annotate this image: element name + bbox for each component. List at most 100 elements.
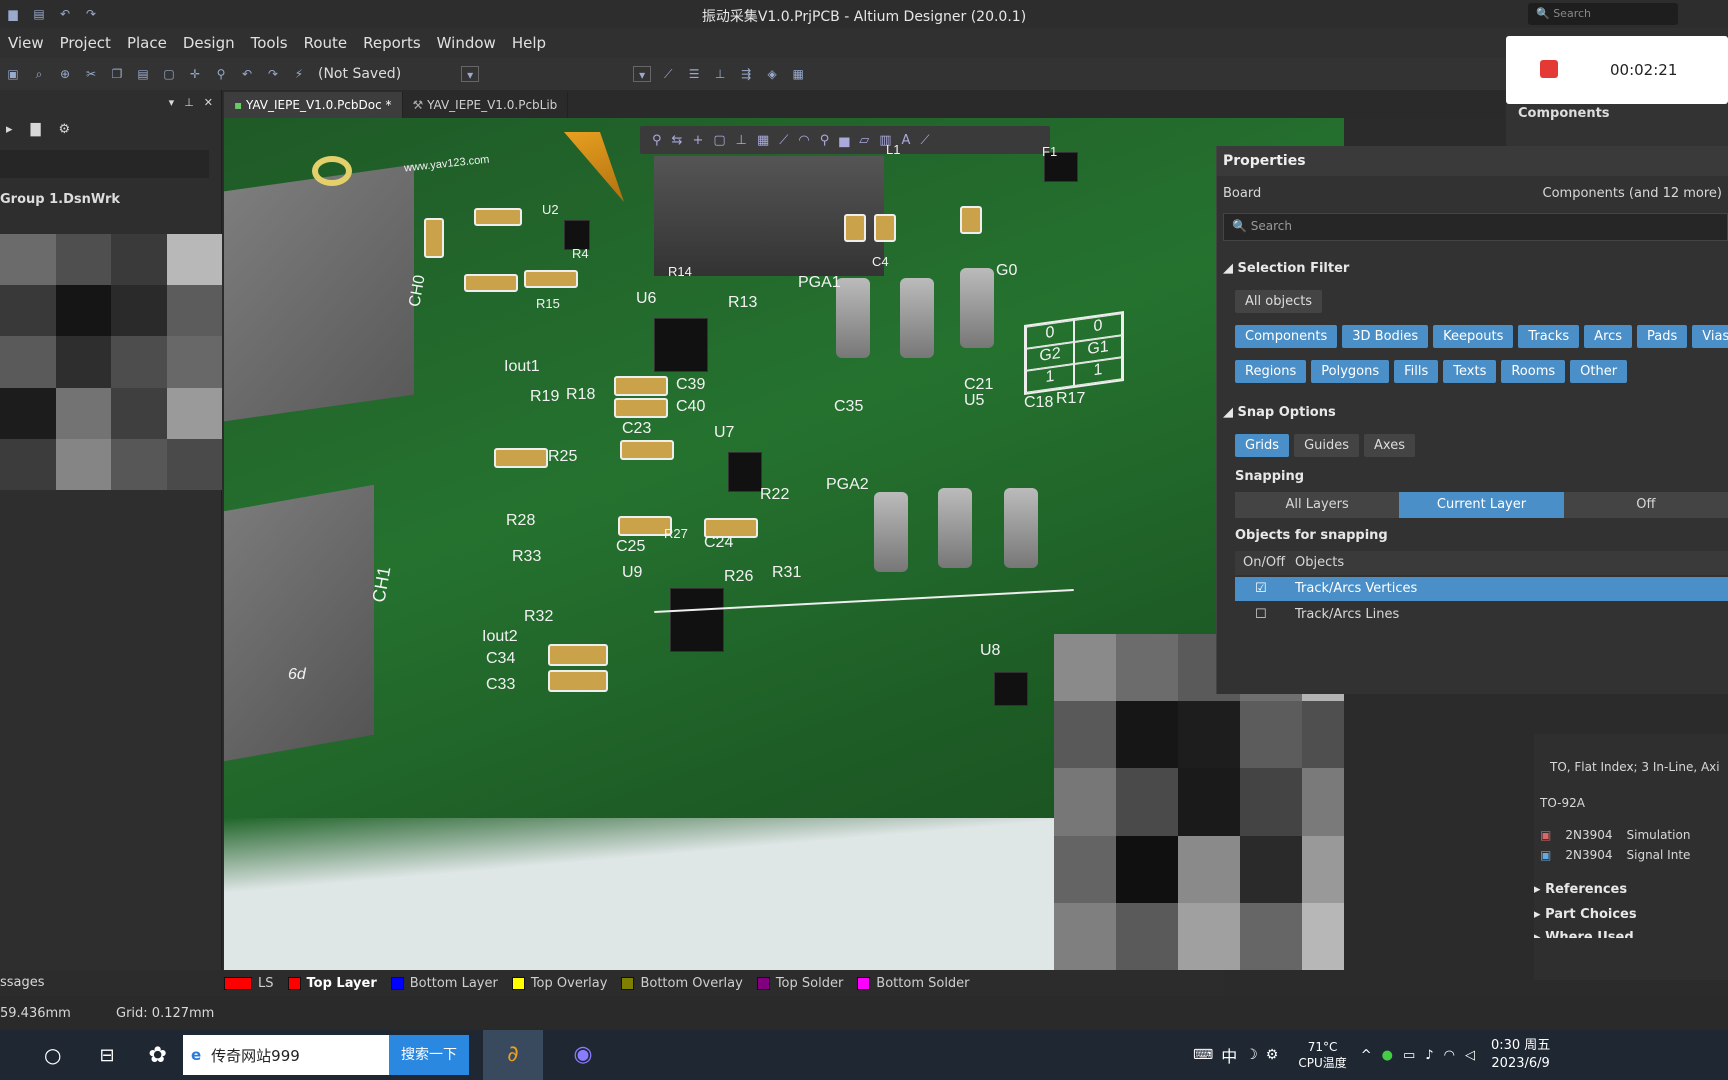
paste-icon[interactable]: ▤ xyxy=(134,66,152,82)
recorder-icon[interactable]: ◉ xyxy=(553,1030,613,1080)
snap-current-layer[interactable]: Current Layer xyxy=(1399,492,1564,518)
filter-all-objects[interactable]: All objects xyxy=(1235,290,1323,313)
filter-icon[interactable]: ⚲ xyxy=(652,133,662,148)
clock[interactable]: 0:30 周五 2023/6/9 xyxy=(1491,1037,1550,1073)
toolbar-icon[interactable]: ▸ xyxy=(6,122,13,137)
layer-bottom[interactable]: Bottom Layer xyxy=(390,976,498,991)
filter-3d-bodies[interactable]: 3D Bodies xyxy=(1342,325,1429,348)
filter-rooms[interactable]: Rooms xyxy=(1501,360,1566,383)
add-icon[interactable]: + xyxy=(692,133,703,148)
filter-vias[interactable]: Vias xyxy=(1692,325,1728,348)
fill-icon[interactable]: ▅ xyxy=(839,133,849,148)
layer-top-overlay[interactable]: Top Overlay xyxy=(511,976,607,991)
filter-components[interactable]: Components xyxy=(1235,325,1338,348)
menu-tools[interactable]: Tools xyxy=(243,34,296,52)
filter-polygons[interactable]: Polygons xyxy=(1311,360,1390,383)
filter-other[interactable]: Other xyxy=(1570,360,1628,383)
pcb-3d-view[interactable]: ⚲ ⇆ + ▢ ⊥ ▦ ⟋ ◠ ⚲ ▅ ▱ ▥ A ⟋ www.yav123.com CH0 CH1 6d… xyxy=(224,118,1344,970)
track-icon[interactable]: ⟋ xyxy=(779,133,788,148)
align-icon[interactable]: ⊥ xyxy=(736,133,747,148)
project-search[interactable] xyxy=(0,150,209,178)
messages-tab[interactable]: ssages xyxy=(0,970,222,996)
snap-all-layers[interactable]: All Layers xyxy=(1235,492,1400,518)
app-icon[interactable]: ✿ xyxy=(149,1043,167,1068)
copy-icon[interactable]: ❐ xyxy=(108,66,126,82)
select-icon[interactable]: ▢ xyxy=(713,133,725,148)
close-icon[interactable]: ✕ xyxy=(204,96,213,109)
menu-design[interactable]: Design xyxy=(175,34,243,52)
snap-off[interactable]: Off xyxy=(1563,492,1728,518)
pin-icon[interactable]: ⊥ xyxy=(184,96,194,109)
ime-indicator[interactable]: 中 xyxy=(1221,1043,1237,1067)
task-view-icon[interactable]: ⊟ xyxy=(99,1045,114,1066)
line-icon[interactable]: ⟋ xyxy=(920,133,929,148)
section-part-choices[interactable]: ▸ Part Choices xyxy=(1534,907,1728,922)
menu-place[interactable]: Place xyxy=(119,34,175,52)
text-icon[interactable]: A xyxy=(902,133,911,148)
folder-icon[interactable]: ▇ xyxy=(31,122,41,137)
dropdown-icon[interactable]: ▾ xyxy=(633,66,652,82)
layer-bottom-overlay[interactable]: Bottom Overlay xyxy=(621,976,743,991)
menu-view[interactable]: View xyxy=(0,34,52,52)
gear-icon[interactable]: ⚙ xyxy=(1266,1047,1279,1063)
filter-keepouts[interactable]: Keepouts xyxy=(1433,325,1514,348)
region-icon[interactable]: ▱ xyxy=(859,133,869,148)
taskbar-search[interactable]: e 传奇网站999 xyxy=(182,1035,389,1075)
global-search[interactable]: 🔍 Search xyxy=(1528,3,1678,25)
snap-grids[interactable]: Grids xyxy=(1235,434,1290,457)
layer-top[interactable]: Top Layer xyxy=(287,976,377,991)
layer-ls[interactable]: LS xyxy=(224,976,274,991)
redo-icon[interactable]: ↷ xyxy=(264,66,282,82)
route-icon[interactable]: ⟋ xyxy=(659,66,677,82)
board-value[interactable]: Components (and 12 more) xyxy=(1543,186,1722,201)
filter-texts[interactable]: Texts xyxy=(1443,360,1497,383)
zoom-icon[interactable]: ⌕ xyxy=(30,66,48,82)
dropdown-icon[interactable]: ▾ xyxy=(461,66,480,82)
moon-icon[interactable]: ☽ xyxy=(1245,1047,1258,1063)
list-item[interactable]: ▣ 2N3904 Signal Inte xyxy=(1540,848,1728,862)
wand-icon[interactable]: ⚡ xyxy=(290,66,308,82)
keyboard-icon[interactable]: ⌨ xyxy=(1193,1047,1213,1063)
search-button[interactable]: 搜索一下 xyxy=(388,1035,469,1075)
mic-icon[interactable]: ♪ xyxy=(1425,1048,1433,1063)
snap-row[interactable]: ☐ Track/Arcs Lines xyxy=(1235,603,1728,627)
filter-tracks[interactable]: Tracks xyxy=(1518,325,1580,348)
menu-reports[interactable]: Reports xyxy=(355,34,429,52)
filter-icon[interactable]: ⚲ xyxy=(212,66,230,82)
snap-options-title[interactable]: ◢ Snap Options xyxy=(1223,405,1728,420)
cortana-icon[interactable]: ○ xyxy=(44,1043,61,1067)
save-icon[interactable]: ▣ xyxy=(4,66,22,82)
undo-icon[interactable]: ↶ xyxy=(238,66,256,82)
filter-regions[interactable]: Regions xyxy=(1235,360,1307,383)
snap-guides[interactable]: Guides xyxy=(1294,434,1360,457)
place-icon[interactable]: ⊥ xyxy=(711,66,729,82)
properties-search[interactable]: 🔍 Search xyxy=(1223,213,1728,241)
snap-row[interactable]: ☑ Track/Arcs Vertices xyxy=(1235,577,1728,601)
wechat-icon[interactable]: ● xyxy=(1382,1048,1393,1063)
layer-bottom-solder[interactable]: Bottom Solder xyxy=(857,976,970,991)
menu-window[interactable]: Window xyxy=(429,34,504,52)
checkbox-icon[interactable]: ☐ xyxy=(1235,603,1295,627)
volume-icon[interactable]: ◁ xyxy=(1465,1048,1475,1063)
cut-icon[interactable]: ✂ xyxy=(82,66,100,82)
tab-pcbdoc[interactable]: ▪ YAV_IEPE_V1.0.PcbDoc * xyxy=(224,92,403,118)
align-icon[interactable]: ☰ xyxy=(685,66,703,82)
zoom-fit-icon[interactable]: ⊕ xyxy=(56,66,74,82)
route-icon[interactable]: ⇆ xyxy=(672,133,683,148)
altium-icon[interactable]: ∂ xyxy=(482,1030,543,1080)
filter-fills[interactable]: Fills xyxy=(1394,360,1439,383)
wifi-icon[interactable]: ◠ xyxy=(1444,1048,1455,1063)
snap-axes[interactable]: Axes xyxy=(1364,434,1415,457)
section-where-used[interactable]: ▸ Where Used xyxy=(1534,930,1728,938)
arc-icon[interactable]: ◠ xyxy=(798,133,809,148)
distribute-icon[interactable]: ⇶ xyxy=(737,66,755,82)
menu-project[interactable]: Project xyxy=(52,34,119,52)
gear-icon[interactable]: ⚙ xyxy=(59,122,71,137)
tab-pcblib[interactable]: ⚒ YAV_IEPE_V1.0.PcbLib xyxy=(403,92,569,118)
battery-icon[interactable]: ▭ xyxy=(1403,1048,1415,1063)
3d-icon[interactable]: ◈ xyxy=(763,66,781,82)
menu-help[interactable]: Help xyxy=(504,34,554,52)
chevron-up-icon[interactable]: ^ xyxy=(1361,1048,1372,1063)
list-item[interactable]: ▣ 2N3904 Simulation xyxy=(1540,828,1728,842)
layer-top-solder[interactable]: Top Solder xyxy=(756,976,843,991)
